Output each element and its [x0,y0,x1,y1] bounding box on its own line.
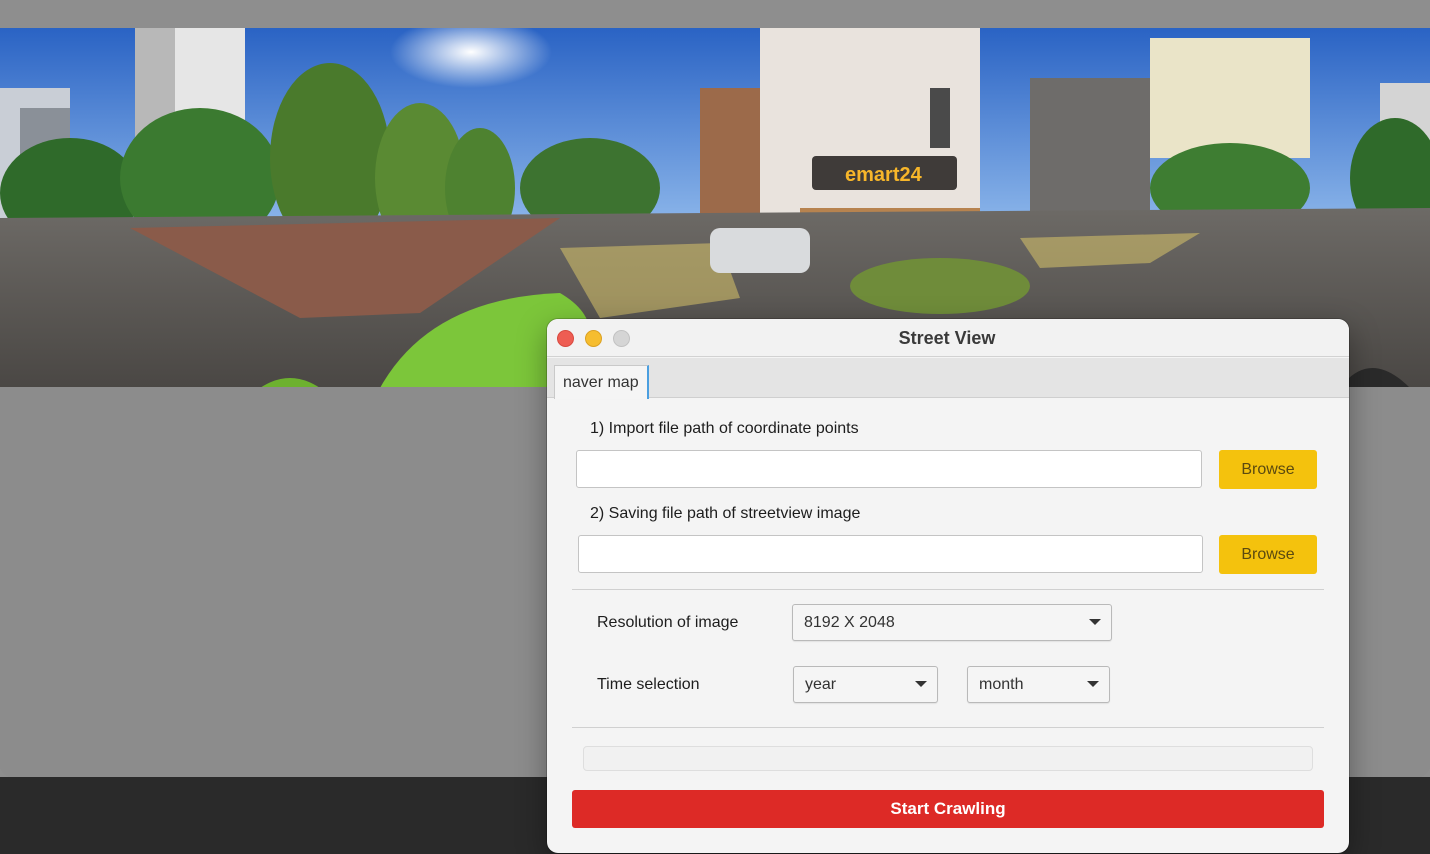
resolution-select[interactable]: 8192 X 2048 [792,604,1112,641]
section-divider [572,727,1324,728]
chevron-down-icon [1089,619,1101,625]
resolution-value: 8192 X 2048 [804,614,895,631]
month-select[interactable]: month [967,666,1110,703]
import-path-label: 1) Import file path of coordinate points [590,420,859,437]
resolution-label: Resolution of image [597,614,739,631]
year-select[interactable]: year [793,666,938,703]
progress-bar [583,746,1313,771]
import-path-input[interactable] [576,450,1202,488]
title-bar[interactable]: Street View [547,319,1349,357]
tab-naver-map[interactable]: naver map [554,365,649,399]
month-value: month [979,676,1024,693]
tab-bar: naver map [547,358,1349,399]
section-divider [572,589,1324,590]
street-view-window: Street View naver map 1) Import file pat… [547,319,1349,853]
chevron-down-icon [915,681,927,687]
save-path-input[interactable] [578,535,1203,573]
window-title: Street View [898,328,996,348]
emart-sign: emart24 [845,164,923,186]
start-crawling-button[interactable]: Start Crawling [572,790,1324,828]
save-browse-button[interactable]: Browse [1219,535,1317,574]
save-path-label: 2) Saving file path of streetview image [590,505,861,522]
time-selection-label: Time selection [597,676,700,693]
desktop-background: emart24 Street View naver map 1) Import … [0,0,1430,854]
year-value: year [805,676,837,693]
import-browse-button[interactable]: Browse [1219,450,1317,489]
chevron-down-icon [1087,681,1099,687]
